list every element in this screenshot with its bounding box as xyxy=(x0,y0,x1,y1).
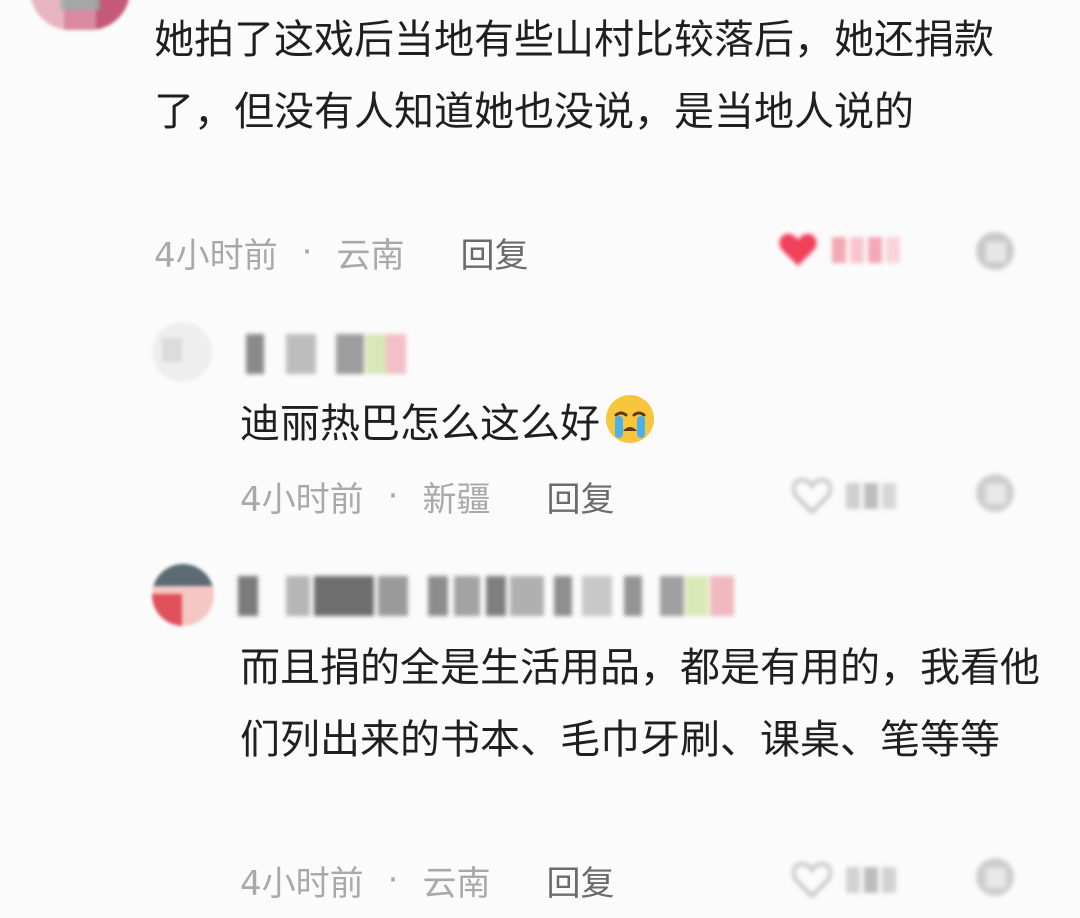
dislike-icon[interactable] xyxy=(972,470,1018,516)
comment-region: 云南 xyxy=(336,235,405,276)
like-count xyxy=(832,237,900,263)
comment-text: 她拍了这戏后当地有些山村比较落后，她还捐款了，但没有人知道她也没说，是当地人说的 xyxy=(154,17,994,135)
reply-item: 而且捐的全是生活用品，都是有用的，我看他们列出来的书本、毛巾牙刷、课桌、笔等等 … xyxy=(0,550,1080,918)
avatar[interactable] xyxy=(30,0,130,30)
avatar[interactable] xyxy=(152,322,212,382)
username[interactable] xyxy=(246,334,406,374)
heart-icon xyxy=(792,862,832,898)
heart-icon xyxy=(792,478,832,514)
crying-face-icon xyxy=(604,393,656,445)
meta-separator: · xyxy=(387,860,399,900)
reply-button[interactable]: 回复 xyxy=(546,472,614,521)
like-button[interactable] xyxy=(792,860,896,900)
dislike-icon[interactable] xyxy=(972,854,1018,900)
comment-text: 迪丽热巴怎么这么好 xyxy=(240,388,1020,460)
comment-time: 4小时前 xyxy=(240,863,364,904)
like-count xyxy=(846,867,896,893)
comment-text: 而且捐的全是生活用品，都是有用的，我看他们列出来的书本、毛巾牙刷、课桌、笔等等 xyxy=(240,645,1040,763)
reply-button[interactable]: 回复 xyxy=(546,856,614,905)
reply-item: 迪丽热巴怎么这么好 4小时前 · 新疆 回复 xyxy=(0,300,1080,540)
comment-meta: 4小时前 · 云南 回复 xyxy=(154,228,528,276)
comment-region: 新疆 xyxy=(422,479,491,520)
comment-meta: 4小时前 · 云南 回复 xyxy=(240,856,614,904)
meta-separator: · xyxy=(387,476,399,516)
meta-separator: · xyxy=(301,232,313,272)
comment-text-content: 迪丽热巴怎么这么好 xyxy=(240,401,600,447)
comment-meta: 4小时前 · 新疆 回复 xyxy=(240,472,614,520)
like-count xyxy=(846,483,896,509)
heart-icon xyxy=(778,232,818,268)
like-button[interactable] xyxy=(792,476,896,516)
dislike-icon[interactable] xyxy=(972,228,1018,274)
comment-region: 云南 xyxy=(422,863,491,904)
avatar[interactable] xyxy=(152,564,214,626)
comment-item: 她拍了这戏后当地有些山村比较落后，她还捐款了，但没有人知道她也没说，是当地人说的… xyxy=(0,0,1080,290)
like-button[interactable] xyxy=(778,230,900,270)
reply-button[interactable]: 回复 xyxy=(460,228,528,277)
comment-time: 4小时前 xyxy=(154,235,278,276)
username[interactable] xyxy=(238,576,748,616)
comment-time: 4小时前 xyxy=(240,479,364,520)
